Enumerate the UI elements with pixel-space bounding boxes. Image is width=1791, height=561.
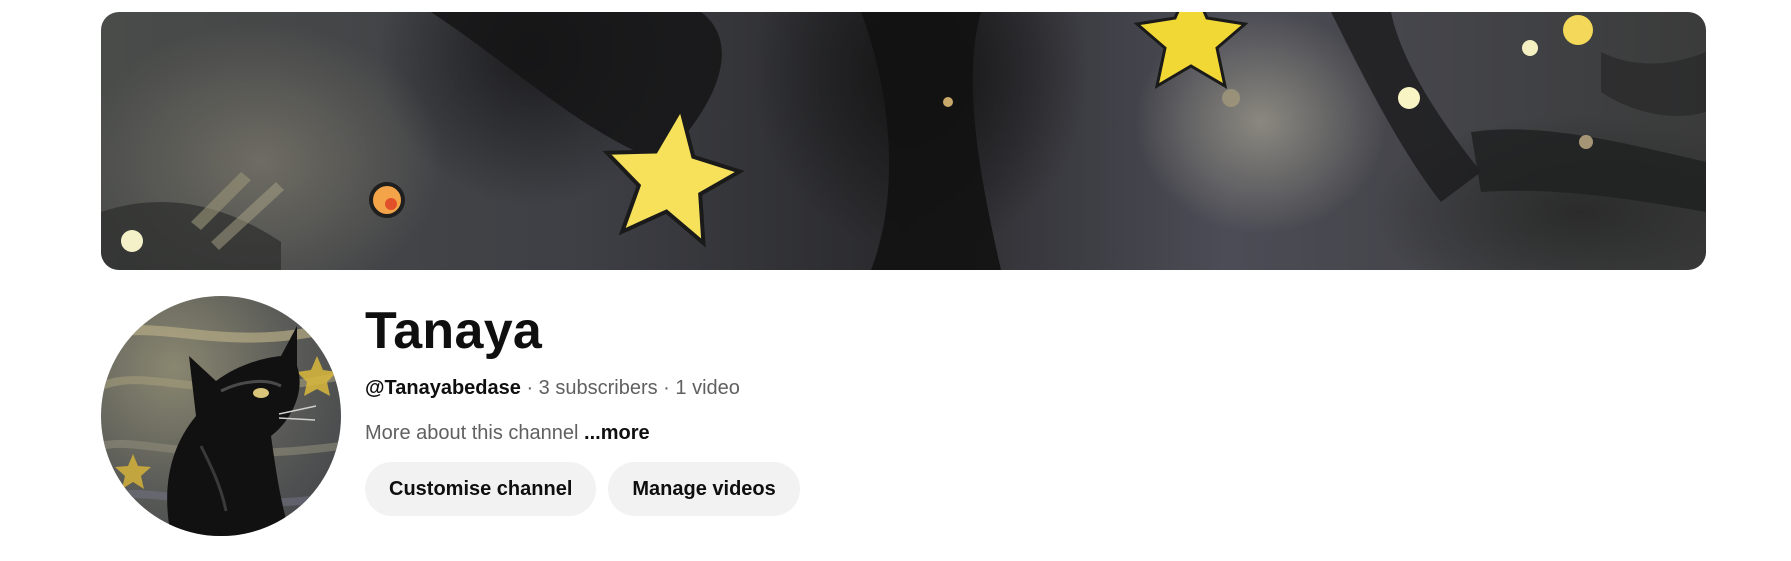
about-text: More about this channel	[365, 422, 579, 445]
channel-name: Tanaya	[365, 302, 543, 360]
channel-handle[interactable]: @Tanayabedase	[365, 377, 521, 399]
channel-actions: Customise channel Manage videos	[365, 462, 1665, 517]
subscriber-count: 3 subscribers	[538, 377, 658, 400]
meta-separator: ·	[526, 377, 534, 400]
channel-page: Tanaya @Tanayabedase · 3 subscribers · 1…	[0, 0, 1791, 561]
channel-about[interactable]: More about this channel ...more	[365, 421, 1665, 445]
banner-artwork	[101, 12, 1706, 270]
meta-separator: ·	[663, 377, 670, 400]
channel-banner	[101, 12, 1706, 270]
video-count: 1 video	[675, 377, 740, 400]
channel-info: Tanaya @Tanayabedase · 3 subscribers · 1…	[365, 300, 1665, 517]
more-link[interactable]: ...more	[584, 422, 650, 444]
cat-avatar-artwork	[101, 321, 341, 536]
manage-videos-button[interactable]: Manage videos	[608, 462, 800, 517]
channel-meta: @Tanayabedase · 3 subscribers · 1 video	[365, 376, 1665, 400]
channel-avatar[interactable]	[101, 296, 341, 536]
customise-channel-button[interactable]: Customise channel	[365, 462, 597, 517]
